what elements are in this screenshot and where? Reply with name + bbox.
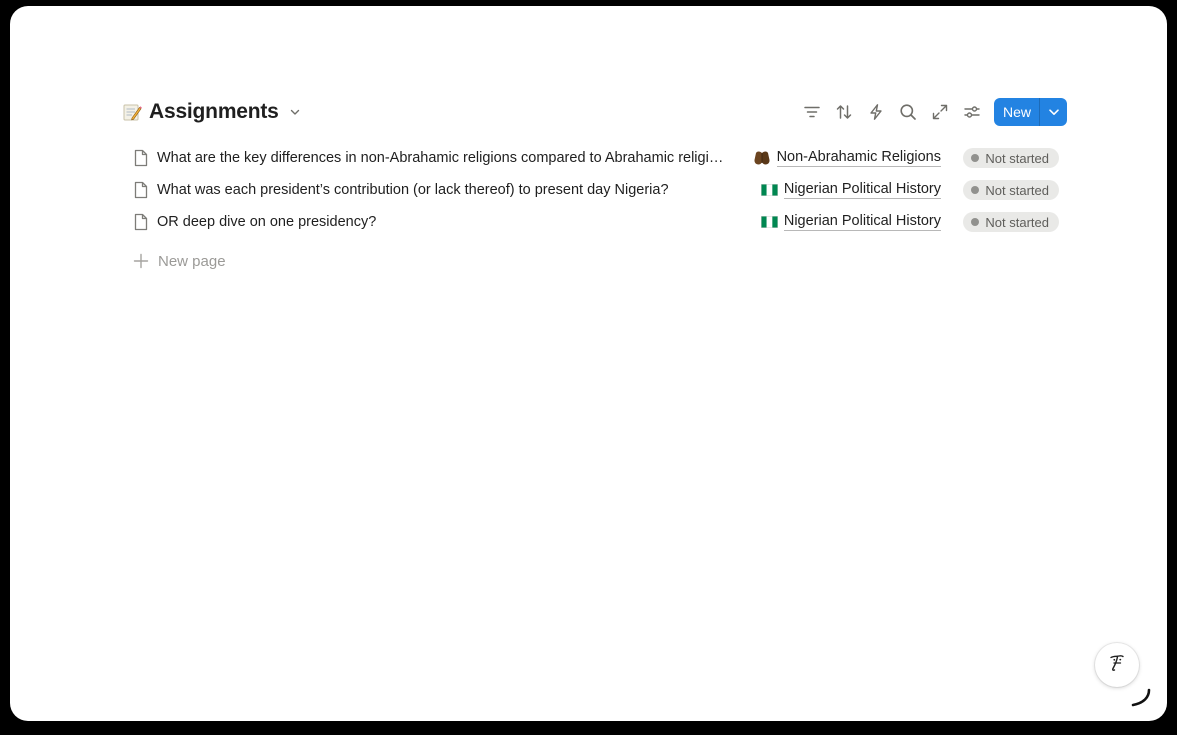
new-button-label[interactable]: New [994,98,1039,126]
status-label: Not started [985,182,1049,198]
plus-icon [130,250,152,272]
notion-ai-icon [1105,651,1129,680]
status-dot [971,186,980,194]
relation-label[interactable]: Nigerian Political History [783,213,941,231]
table-rows: What are the key differences in non-Abra… [120,142,1067,238]
status-dot [971,218,980,226]
table-row[interactable]: OR deep dive on one presidency? Nigerian… [120,206,1067,238]
database-title-button[interactable]: Assignments [120,94,302,130]
relation-label[interactable]: Nigerian Political History [783,181,941,199]
nigeria-flag-icon [760,216,778,228]
memo-icon [121,101,143,123]
status-badge[interactable]: Not started [963,148,1059,168]
help-button[interactable] [1095,643,1139,687]
status-label: Not started [985,150,1049,166]
database-toolbar: New [796,98,1067,126]
page-icon [130,179,152,201]
table-row[interactable]: What was each president’s contribution (… [120,174,1067,206]
table-row[interactable]: What are the key differences in non-Abra… [120,142,1067,174]
relation-link[interactable]: Non-Abrahamic Religions [753,149,941,167]
page-icon [130,147,152,169]
relation-label[interactable]: Non-Abrahamic Religions [776,149,941,167]
filter-icon[interactable] [796,98,828,126]
nigeria-flag-icon [760,184,778,196]
database-view: Assignments New What are the key differe… [120,94,1067,277]
folded-hands-icon [753,150,771,166]
sort-icon[interactable] [828,98,860,126]
settings-icon[interactable] [956,98,988,126]
search-icon[interactable] [892,98,924,126]
status-dot [971,154,980,162]
row-title[interactable]: What was each president’s contribution (… [157,182,727,198]
automation-icon[interactable] [860,98,892,126]
relation-link[interactable]: Nigerian Political History [760,213,941,231]
database-title: Assignments [149,100,279,123]
new-page-button[interactable]: New page [120,245,1067,277]
database-header: Assignments New [120,94,1067,130]
status-label: Not started [985,214,1049,230]
status-badge[interactable]: Not started [963,212,1059,232]
page-icon [130,211,152,233]
loading-spinner-icon [1130,686,1152,708]
chevron-down-icon [288,105,302,119]
status-badge[interactable]: Not started [963,180,1059,200]
row-title[interactable]: What are the key differences in non-Abra… [157,150,727,166]
relation-link[interactable]: Nigerian Political History [760,181,941,199]
chevron-down-icon[interactable] [1039,98,1067,126]
app-window: Assignments New What are the key differe… [10,6,1167,721]
new-button[interactable]: New [993,98,1067,126]
row-title[interactable]: OR deep dive on one presidency? [157,214,727,230]
expand-icon[interactable] [924,98,956,126]
new-page-label[interactable]: New page [158,253,226,270]
